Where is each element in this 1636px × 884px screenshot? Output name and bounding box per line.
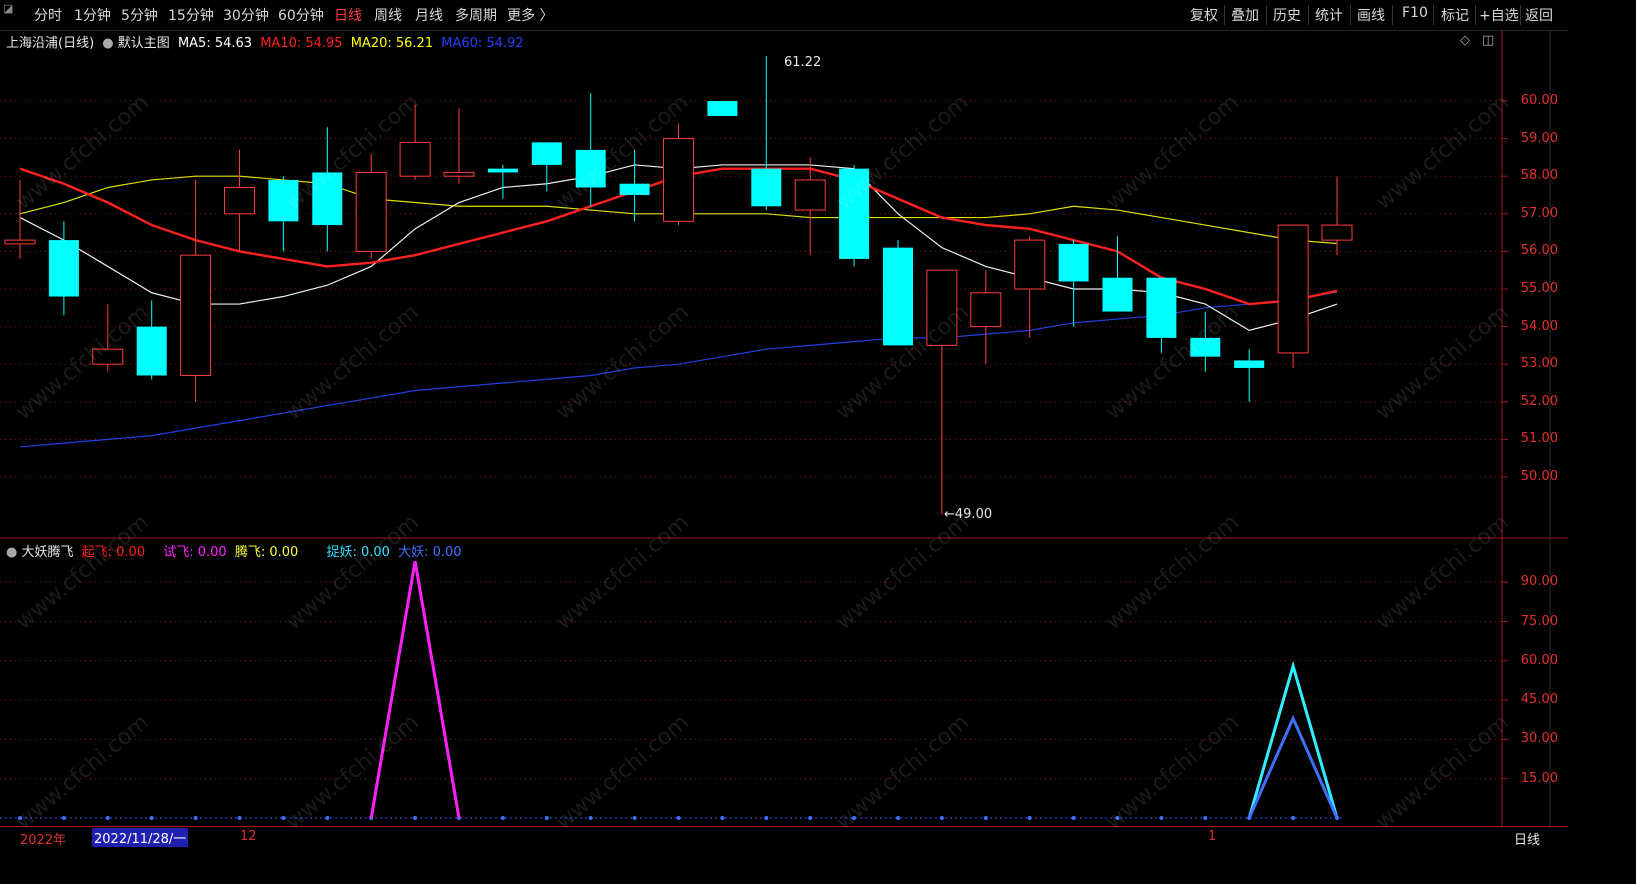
price-tick-label: 52.00 — [1520, 393, 1558, 409]
baseline-dot — [1291, 816, 1296, 820]
price-tick-label: 58.00 — [1520, 168, 1558, 184]
candle-body-down — [1058, 243, 1089, 282]
baseline-dot — [325, 816, 330, 820]
candle-body-down — [531, 142, 562, 165]
month-label: 12 — [240, 829, 257, 844]
indicator-tick-label: 30.00 — [1520, 731, 1558, 747]
candle-body-up — [794, 179, 826, 211]
candle-body-up — [1321, 224, 1353, 241]
price-tick-label: 54.00 — [1520, 318, 1558, 334]
baseline-dot — [896, 816, 900, 820]
candle-body-down — [1146, 277, 1177, 338]
baseline-dot — [939, 816, 944, 820]
baseline-dot — [588, 816, 593, 820]
ma60-line — [19, 291, 1338, 448]
baseline-dot — [720, 816, 725, 820]
baseline-dot — [632, 816, 637, 820]
cursor-date: 2022/11/28/一 — [92, 828, 189, 847]
baseline-dot — [237, 816, 242, 820]
candle-body-down — [136, 326, 167, 376]
candle-body-up — [355, 171, 387, 252]
baseline-dot — [18, 816, 22, 820]
candle-body-up — [4, 239, 36, 245]
candle-body-up — [224, 186, 255, 215]
baseline-dot — [193, 816, 198, 820]
candle-body-down — [268, 179, 299, 222]
baseline-dot — [676, 816, 681, 820]
baseline-dot — [808, 816, 813, 820]
candle-body-down — [1102, 277, 1133, 312]
date-axis: 2022年 2022/11/28/一 12 1 日线 — [0, 826, 1568, 848]
baseline-dot — [1203, 816, 1208, 820]
candle-body-down — [1190, 337, 1221, 357]
baseline-dot — [764, 816, 769, 820]
baseline-dot — [1027, 816, 1032, 820]
candle-body-up — [92, 348, 124, 365]
candle-body-up — [1277, 224, 1309, 354]
candle-body-down — [883, 247, 913, 346]
baseline-dot — [105, 816, 110, 820]
indicator-tick-label: 75.00 — [1520, 613, 1558, 629]
indicator-tick-label: 90.00 — [1520, 574, 1558, 590]
candle-body-up — [1014, 239, 1046, 290]
baseline-dot — [1071, 816, 1076, 820]
baseline-dot — [1159, 816, 1164, 820]
baseline-dot — [983, 816, 988, 820]
price-tick-label: 53.00 — [1520, 356, 1558, 372]
baseline-dot — [544, 816, 549, 820]
candle-body-down — [839, 168, 870, 259]
candle-body-up — [399, 141, 431, 177]
month-label: 1 — [1208, 829, 1217, 844]
candle-body-down — [487, 168, 518, 173]
candle-body-down — [707, 101, 738, 117]
candle-body-up — [180, 254, 212, 376]
indicator-tick-label: 45.00 — [1520, 692, 1558, 708]
price-tick-label: 50.00 — [1520, 469, 1558, 484]
zhuoyao-spike — [1247, 660, 1339, 819]
candle-body-down — [751, 168, 782, 207]
baseline-dot — [149, 816, 154, 820]
kline-chart[interactable] — [0, 0, 1568, 847]
price-tick-label: 57.00 — [1520, 205, 1558, 221]
price-tick-label: 56.00 — [1520, 243, 1558, 259]
candle-body-up — [663, 138, 694, 222]
indicator-tick-label: 15.00 — [1520, 770, 1558, 786]
price-tick-label: 55.00 — [1520, 281, 1558, 296]
baseline-dot — [1115, 816, 1120, 820]
candle-body-down — [575, 149, 606, 188]
candle-body-up — [443, 171, 475, 177]
baseline-dot — [281, 816, 286, 820]
baseline-dot — [61, 816, 66, 820]
price-tick-label: 59.00 — [1520, 130, 1558, 146]
baseline-dot — [500, 816, 505, 820]
app-window: ◪ 分时 1分钟 5分钟 15分钟 30分钟 60分钟 日线 周线 月线 多周期… — [0, 0, 1568, 848]
high-price-label: 61.22 — [784, 55, 822, 70]
shifei-spike — [369, 560, 461, 819]
candle-body-down — [619, 183, 650, 195]
candle-body-down — [1234, 360, 1265, 368]
price-tick-label: 60.00 — [1520, 93, 1558, 108]
candle-body-down — [312, 172, 343, 226]
year-label: 2022年 — [20, 833, 67, 848]
period-label[interactable]: 日线 — [1514, 829, 1540, 848]
low-price-label: ←49.00 — [944, 507, 993, 522]
indicator-tick-label: 60.00 — [1520, 652, 1558, 668]
baseline-dot — [852, 816, 857, 820]
price-tick-label: 51.00 — [1520, 431, 1558, 447]
candle-body-up — [926, 269, 958, 346]
baseline-dot — [413, 816, 418, 820]
candle-body-down — [48, 240, 79, 297]
candle-body-up — [970, 292, 1002, 328]
